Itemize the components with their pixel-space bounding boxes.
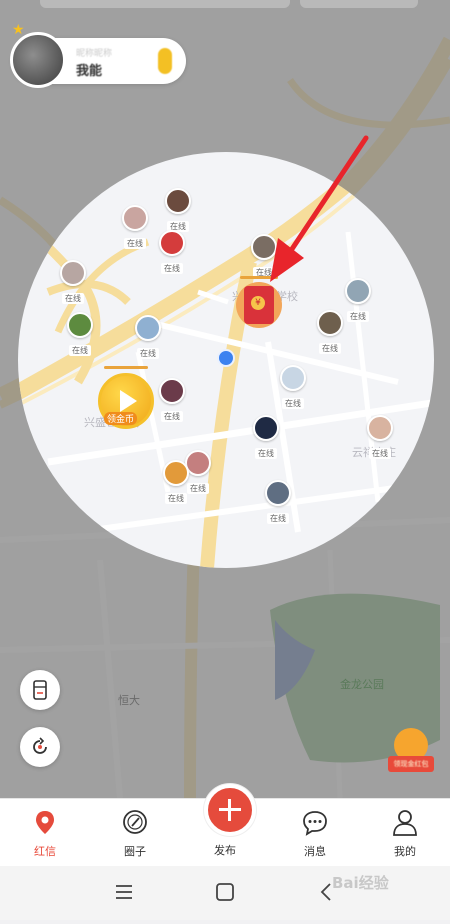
back-icon (320, 883, 331, 901)
tab-label: 红信 (34, 845, 56, 858)
publish-button[interactable] (204, 784, 256, 836)
plus-icon-vertical (228, 799, 231, 821)
compass-icon (123, 810, 147, 834)
watermark: Bai经验 (332, 874, 389, 892)
tab-quanzi[interactable]: 圈子 (90, 799, 180, 867)
menu-icon (116, 885, 132, 899)
publish-label: 发布 (214, 844, 236, 857)
location-pin-icon (36, 811, 54, 834)
chat-bubble-icon (303, 811, 327, 836)
tab-wode[interactable]: 我的 (360, 799, 450, 867)
annotation-arrow (270, 135, 369, 282)
tab-label: 我的 (394, 845, 416, 858)
tab-xiaoxi[interactable]: 消息 (270, 799, 360, 867)
person-icon (393, 810, 417, 836)
home-icon (216, 883, 234, 901)
tab-label: 消息 (304, 845, 326, 858)
tab-label: 圈子 (124, 845, 146, 858)
map-view[interactable]: 兴云实验学校 兴盛世纪城 云祥山庄 金龙公园 恒大 在线 在线 在线 在线 在线… (0, 0, 450, 798)
tab-hongxin[interactable]: 红信 (0, 799, 90, 867)
